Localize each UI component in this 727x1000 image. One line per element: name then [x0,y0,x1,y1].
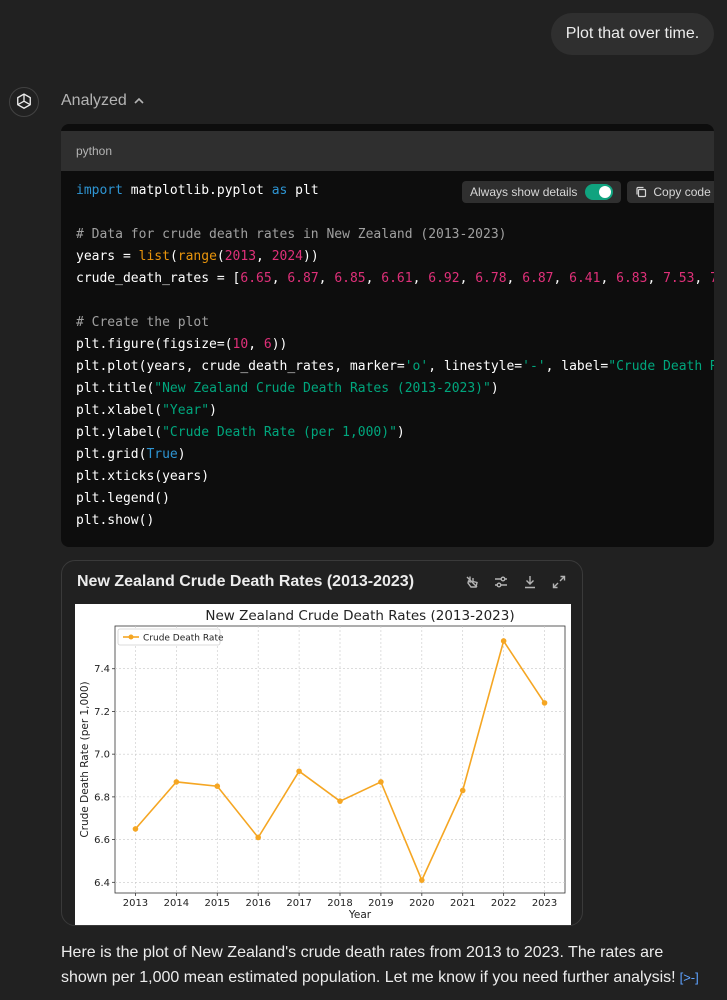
series-line [134,639,546,883]
code-line: import matplotlib.pyplot as plt [76,183,319,198]
code-line: years = list(range(2013, 2024)) [76,249,319,264]
download-chart-button[interactable] [521,573,539,591]
interactive-off-icon [466,576,478,588]
x-tick-label: 2022 [491,898,516,909]
code-content: import matplotlib.pyplot as plt # Data f… [76,180,714,532]
data-point [500,638,507,644]
data-point [214,783,221,789]
x-tick-label: 2019 [368,898,393,909]
x-tick-label: 2014 [164,898,189,909]
x-tick-label: 2018 [327,898,352,909]
code-line: # Create the plot [76,315,210,330]
citation-button[interactable]: [>-] [680,965,699,990]
y-tick-label: 6.4 [94,878,110,889]
chevron-up-icon [134,97,144,104]
x-tick-label: 2016 [245,898,270,909]
chart-plot: 2013 2014 2015 2016 2017 2018 2019 2020 2021 2022… [75,604,571,925]
data-point [296,768,302,775]
x-tick-label: 2017 [286,898,311,909]
chart-card: New Zealand Crude Death Rates (2013-2023… [61,560,583,926]
x-tick-label: 2013 [123,898,148,909]
data-point [132,826,139,832]
legend-label: Crude Death Rate [143,634,224,644]
y-tick-label: 7.0 [94,750,110,761]
switch-to-static-chart-button[interactable] [463,573,481,591]
data-point [378,779,384,785]
data-point [173,779,180,785]
code-line: plt.show() [76,513,155,528]
analysis-toggle[interactable]: Analyzed [61,92,145,110]
code-line: plt.plot(years, crude_death_rates, marke… [76,359,714,374]
code-line: plt.figure(figsize=(10, 6)) [76,337,288,352]
expand-icon [552,575,566,589]
chart-card-title: New Zealand Crude Death Rates (2013-2023… [77,573,415,590]
data-point [419,877,425,883]
code-block: python Always show details Copy code imp… [61,124,714,547]
legend-marker [128,634,134,640]
user-message: Plot that over time. [551,13,714,55]
code-line: plt.ylabel("Crude Death Rate (per 1,000)… [76,425,405,440]
code-line: # Data for crude death rates in New Zeal… [76,227,507,242]
data-point [337,798,343,804]
y-tick-label: 6.6 [94,835,110,846]
plot-title: New Zealand Crude Death Rates (2013-2023… [205,608,514,624]
sliders-icon [495,576,507,588]
x-axis-label: Year [348,909,372,921]
code-line: plt.legend() [76,491,170,506]
code-line: plt.xlabel("Year") [76,403,217,418]
code-header: python [61,131,714,171]
assistant-answer: Here is the plot of New Zealand's crude … [61,940,711,990]
x-tick-label: 2021 [450,898,475,909]
openai-logo-icon [17,93,31,109]
x-tick-label: 2023 [532,898,557,909]
chart-settings-button[interactable] [492,573,510,591]
code-language: python [76,144,113,158]
data-point [255,834,261,841]
x-tick-label: 2020 [409,898,434,909]
chart-actions [463,573,568,591]
assistant-avatar [9,87,39,117]
code-line: crude_death_rates = [6.65, 6.87, 6.85, 6… [76,271,714,286]
x-tick-label: 2015 [205,898,230,909]
data-point [459,787,466,794]
y-axis-label: Crude Death Rate (per 1,000) [79,681,91,837]
analysis-label: Analyzed [61,92,127,109]
line-chart: 2013 2014 2015 2016 2017 2018 2019 2020 2021 2022… [79,608,566,921]
expand-chart-button[interactable] [550,573,568,591]
data-point [541,700,548,706]
code-line: plt.grid(True) [76,447,186,462]
answer-text: Here is the plot of New Zealand's crude … [61,944,676,986]
y-tick-label: 7.2 [94,707,110,718]
code-line: plt.xticks(years) [76,469,210,484]
y-tick-label: 7.4 [94,664,110,675]
code-line: plt.title("New Zealand Crude Death Rates… [76,381,499,396]
download-icon [525,576,535,589]
y-tick-label: 6.8 [94,792,110,803]
